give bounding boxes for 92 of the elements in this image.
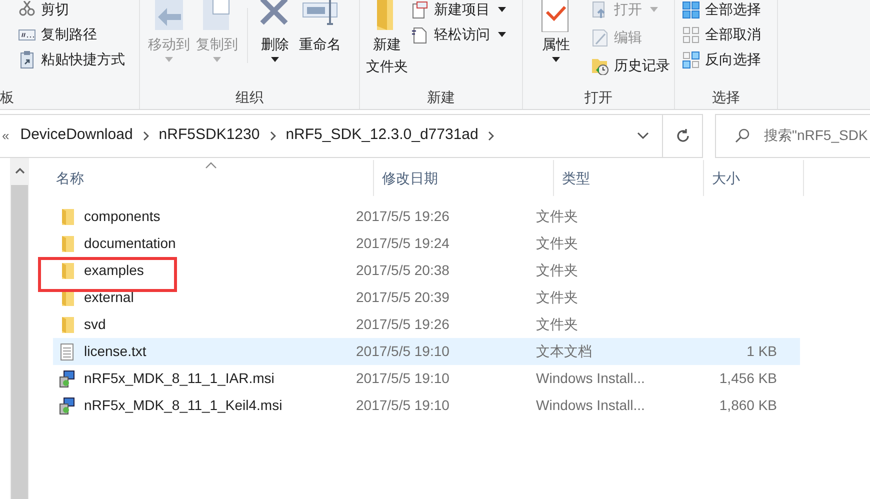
type-cell-text: 文件夹 bbox=[536, 315, 579, 334]
file-name[interactable]: nRF5x_MDK_8_11_1_Keil4.msi bbox=[84, 395, 282, 416]
file-name[interactable]: examples bbox=[84, 260, 144, 281]
date-cell-text: 2017/5/5 19:10 bbox=[356, 396, 450, 415]
folder-icon bbox=[59, 262, 75, 280]
ribbon-button[interactable]: 轻松访问 bbox=[411, 22, 506, 47]
ribbon-button[interactable]: 反向选择 bbox=[682, 47, 761, 72]
type-cell-text: 文件夹 bbox=[536, 288, 579, 307]
file-row[interactable]: nRF5x_MDK_8_11_1_Keil4.msi 2017/5/5 19:10 Windows Install... 1,860 KB bbox=[53, 392, 800, 419]
date-cell-text: 2017/5/5 20:38 bbox=[356, 261, 450, 280]
caret-icon bbox=[271, 57, 279, 62]
type-cell-text: 文件夹 bbox=[536, 234, 579, 253]
breadcrumb[interactable]: nRF5_SDK_12.3.0_d7731ad bbox=[282, 124, 482, 147]
date-cell-text: 2017/5/5 20:39 bbox=[356, 288, 450, 307]
size-cell-text: 1,456 KB bbox=[718, 369, 777, 388]
group-label: 组织 bbox=[234, 88, 264, 108]
column-header[interactable]: 大小 bbox=[704, 160, 804, 196]
group-label: 新建 bbox=[426, 88, 456, 108]
scroll-up-icon[interactable] bbox=[14, 167, 24, 174]
file-row[interactable]: documentation 2017/5/5 19:24 文件夹 bbox=[53, 230, 800, 257]
group-label: 打开 bbox=[584, 88, 614, 108]
type-cell-text: 文件夹 bbox=[536, 261, 579, 280]
installer-icon bbox=[59, 370, 75, 388]
folder-icon bbox=[59, 208, 75, 226]
grid-icon bbox=[682, 0, 700, 18]
installer-icon bbox=[59, 396, 75, 414]
date-cell-text: 2017/5/5 19:26 bbox=[356, 315, 450, 334]
sort-caret-icon bbox=[205, 162, 217, 169]
ribbon-button[interactable]: 全部取消 bbox=[682, 22, 761, 47]
clipboard-icon bbox=[18, 50, 36, 68]
edit-icon bbox=[591, 28, 609, 46]
file-name[interactable]: documentation bbox=[84, 233, 176, 254]
file-name[interactable]: nRF5x_MDK_8_11_1_IAR.msi bbox=[84, 368, 274, 389]
group-label: 选择 bbox=[711, 88, 741, 108]
search-icon bbox=[734, 128, 750, 144]
grid-icon bbox=[682, 50, 700, 68]
ribbon-button[interactable]: 重命名 bbox=[296, 0, 344, 54]
file-row[interactable]: svd 2017/5/5 19:26 文件夹 bbox=[53, 311, 800, 338]
ribbon-button[interactable]: 剪切 bbox=[18, 0, 125, 22]
date-cell-text: 2017/5/5 19:26 bbox=[356, 207, 450, 226]
scroll-thumb[interactable] bbox=[11, 185, 28, 499]
column-header[interactable]: 修改日期 bbox=[374, 160, 554, 196]
caret-icon bbox=[552, 57, 560, 62]
scrollbar[interactable] bbox=[10, 158, 29, 499]
caret-icon bbox=[650, 7, 658, 12]
caret-icon bbox=[498, 32, 506, 37]
folder-icon bbox=[59, 234, 75, 252]
overflow-button[interactable]: « bbox=[2, 126, 10, 146]
file-name[interactable]: components bbox=[84, 206, 160, 227]
text-file-icon bbox=[59, 342, 75, 360]
file-name[interactable]: svd bbox=[84, 314, 106, 335]
type-cell-text: Windows Install... bbox=[536, 396, 646, 415]
file-row[interactable]: examples 2017/5/5 20:38 文件夹 bbox=[53, 257, 800, 284]
file-name[interactable]: external bbox=[84, 287, 134, 308]
file-row[interactable]: components 2017/5/5 19:26 文件夹 bbox=[53, 203, 800, 230]
search-placeholder: 搜索"nRF5_SDK bbox=[764, 126, 868, 145]
grid-icon bbox=[682, 26, 700, 44]
ribbon-button[interactable]: 历史记录 bbox=[591, 53, 670, 78]
type-cell-text: 文件夹 bbox=[536, 207, 579, 226]
refresh-icon bbox=[674, 128, 690, 144]
caret-icon bbox=[498, 7, 506, 12]
group-label: 板 bbox=[0, 88, 15, 108]
caret-icon bbox=[165, 57, 173, 62]
history-icon bbox=[591, 56, 609, 74]
date-cell-text: 2017/5/5 19:10 bbox=[356, 369, 450, 388]
file-row[interactable]: nRF5x_MDK_8_11_1_IAR.msi 2017/5/5 19:10 Windows Install... 1,456 KB bbox=[53, 365, 800, 392]
file-row[interactable]: external 2017/5/5 20:39 文件夹 bbox=[53, 284, 800, 311]
size-cell-text: 1,860 KB bbox=[718, 396, 777, 415]
type-cell-text: Windows Install... bbox=[536, 369, 646, 388]
breadcrumb[interactable]: nRF5SDK1230 bbox=[156, 124, 263, 147]
date-cell-text: 2017/5/5 19:10 bbox=[356, 342, 450, 361]
document-icon bbox=[411, 26, 429, 44]
ribbon-button[interactable]: 新建项目 bbox=[411, 0, 506, 22]
ribbon-button[interactable]: 复制路径 bbox=[18, 22, 125, 47]
ribbon-button[interactable]: 粘贴快捷方式 bbox=[18, 47, 125, 72]
ribbon-button[interactable]: 全部选择 bbox=[682, 0, 761, 22]
column-header[interactable]: 名称 bbox=[48, 160, 374, 196]
scissors-icon bbox=[18, 0, 36, 18]
folder-icon bbox=[59, 316, 75, 334]
breadcrumb[interactable]: DeviceDownload bbox=[17, 124, 136, 147]
ribbon-button[interactable]: 属性 bbox=[535, 0, 577, 62]
ribbon-button[interactable]: 删除 bbox=[254, 0, 296, 62]
search-field[interactable]: 搜索"nRF5_SDK bbox=[715, 114, 870, 158]
column-header[interactable]: 类型 bbox=[554, 160, 704, 196]
type-cell-text: 文本文档 bbox=[536, 342, 593, 361]
ribbon-button[interactable]: 新建 文件夹 bbox=[363, 0, 411, 76]
file-row[interactable]: license.txt 2017/5/5 19:10 文本文档 1 KB bbox=[53, 338, 800, 365]
date-cell-text: 2017/5/5 19:24 bbox=[356, 234, 450, 253]
caret-icon bbox=[213, 57, 221, 62]
file-name[interactable]: license.txt bbox=[84, 341, 146, 362]
chevron-down-icon bbox=[637, 132, 649, 140]
size-cell-text: 1 KB bbox=[746, 342, 777, 361]
